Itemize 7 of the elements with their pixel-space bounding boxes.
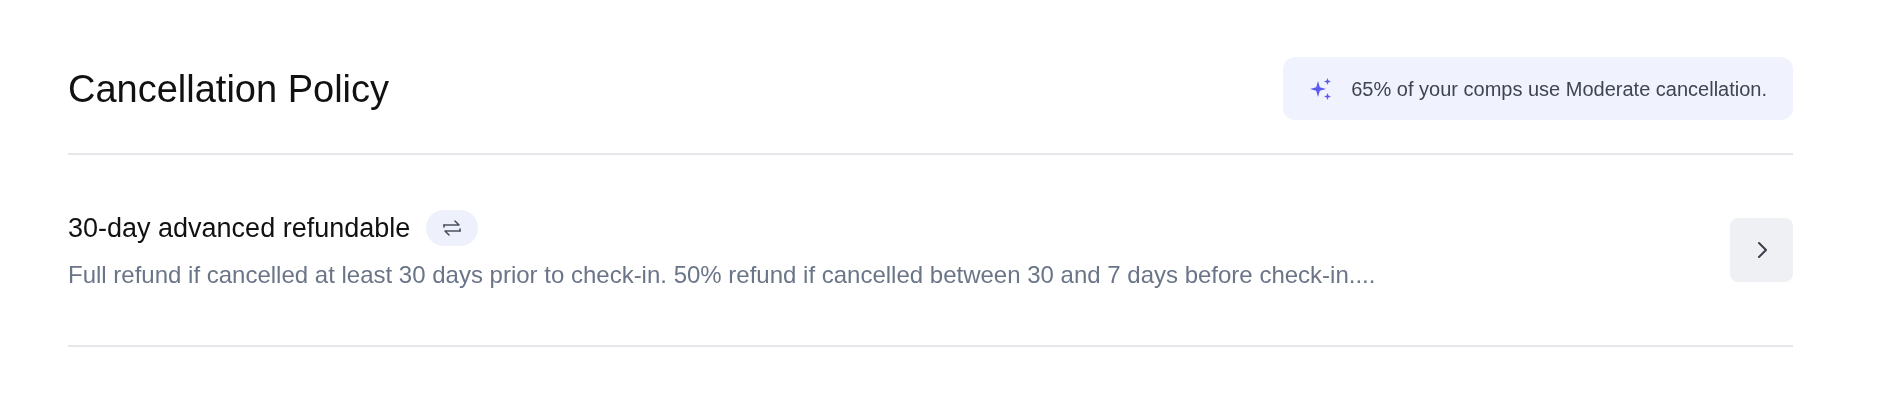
sync-icon bbox=[426, 210, 479, 246]
policy-description: Full refund if cancelled at least 30 days prior to check-in. 50% refund if cancelled between 30 and 7 days before check-in.... bbox=[68, 260, 1376, 290]
open-button[interactable] bbox=[1730, 218, 1793, 282]
policy-title: 30-day advanced refundable bbox=[68, 212, 411, 244]
sparkle-icon bbox=[1309, 76, 1334, 101]
section-title: Cancellation Policy bbox=[68, 66, 390, 112]
insight-text: 65% of your comps use Moderate cancellation. bbox=[1351, 76, 1767, 102]
